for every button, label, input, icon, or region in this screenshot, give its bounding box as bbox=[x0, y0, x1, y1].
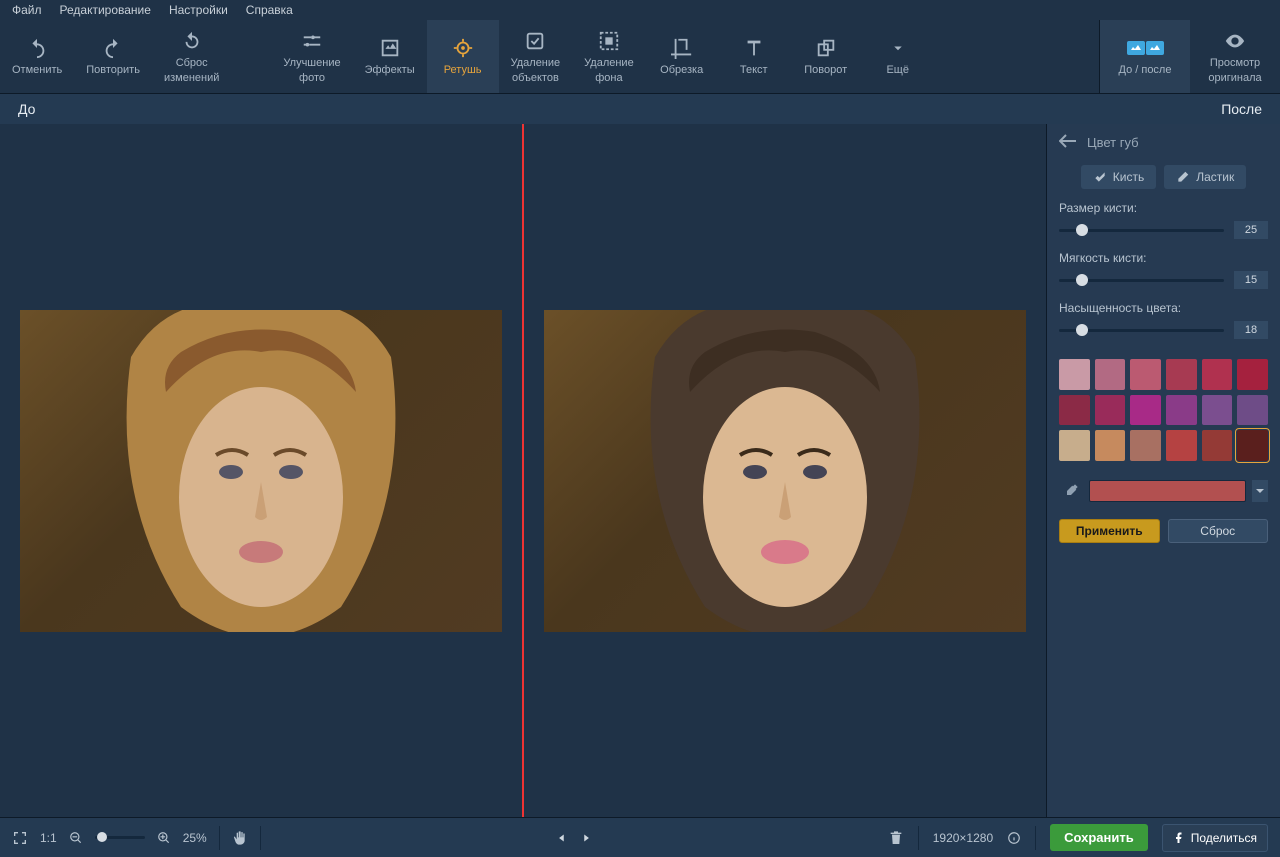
apply-button[interactable]: Применить bbox=[1059, 519, 1160, 543]
next-button[interactable] bbox=[579, 831, 593, 845]
softness-value: 15 bbox=[1234, 271, 1268, 289]
brush-size-track[interactable] bbox=[1059, 229, 1224, 232]
sidebar: Цвет губ Кисть Ластик Размер кисти: 25 М… bbox=[1046, 124, 1280, 817]
sidebar-header: Цвет губ bbox=[1059, 134, 1268, 151]
sliders-icon bbox=[301, 28, 323, 54]
saturation-value: 18 bbox=[1234, 321, 1268, 339]
canvas-area bbox=[0, 124, 1046, 817]
redo-button[interactable]: Повторить bbox=[74, 20, 152, 93]
crop-button[interactable]: Обрезка bbox=[646, 20, 718, 93]
share-button[interactable]: Поделиться bbox=[1162, 824, 1268, 852]
reset-changes-button[interactable]: Сброс изменений bbox=[152, 20, 231, 93]
remove-obj-icon bbox=[524, 28, 546, 54]
softness-slider: Мягкость кисти: 15 bbox=[1059, 251, 1268, 289]
color-swatch[interactable] bbox=[1237, 395, 1268, 426]
after-pane[interactable] bbox=[524, 124, 1046, 817]
redo-icon bbox=[102, 35, 124, 61]
image-dimensions: 1920×1280 bbox=[933, 831, 993, 845]
save-button[interactable]: Сохранить bbox=[1050, 824, 1148, 851]
retouch-button[interactable]: Ретушь bbox=[427, 20, 499, 93]
color-swatch[interactable] bbox=[1059, 430, 1090, 461]
chevron-down-icon bbox=[889, 35, 907, 61]
effects-icon bbox=[379, 35, 401, 61]
undo-icon bbox=[26, 35, 48, 61]
zoom-in-button[interactable] bbox=[157, 831, 171, 845]
more-button[interactable]: Ещё bbox=[862, 20, 934, 93]
menu-edit[interactable]: Редактирование bbox=[60, 3, 151, 17]
sidebar-title: Цвет губ bbox=[1087, 135, 1139, 150]
color-swatch[interactable] bbox=[1202, 359, 1233, 390]
before-image bbox=[20, 310, 502, 632]
prev-button[interactable] bbox=[555, 831, 569, 845]
color-swatch[interactable] bbox=[1095, 395, 1126, 426]
before-after-icon bbox=[1127, 35, 1164, 61]
color-swatch[interactable] bbox=[1130, 359, 1161, 390]
brush-tab[interactable]: Кисть bbox=[1081, 165, 1156, 189]
eraser-tab[interactable]: Ластик bbox=[1164, 165, 1246, 189]
before-label: До bbox=[18, 101, 35, 117]
scale-11-button[interactable]: 1:1 bbox=[40, 831, 57, 845]
rotate-button[interactable]: Поворот bbox=[790, 20, 862, 93]
text-button[interactable]: Текст bbox=[718, 20, 790, 93]
after-label: После bbox=[1221, 101, 1262, 117]
zoom-slider[interactable] bbox=[95, 836, 145, 839]
color-swatch[interactable] bbox=[1059, 395, 1090, 426]
brush-size-value: 25 bbox=[1234, 221, 1268, 239]
color-swatch[interactable] bbox=[1095, 359, 1126, 390]
color-swatch[interactable] bbox=[1237, 430, 1268, 461]
hand-tool-button[interactable] bbox=[232, 830, 248, 846]
color-swatch[interactable] bbox=[1202, 430, 1233, 461]
retouch-icon bbox=[452, 35, 474, 61]
zoom-out-button[interactable] bbox=[69, 831, 83, 845]
eyedropper-button[interactable] bbox=[1059, 479, 1083, 503]
main: Цвет губ Кисть Ластик Размер кисти: 25 М… bbox=[0, 124, 1280, 817]
zoom-value: 25% bbox=[183, 831, 207, 845]
effects-button[interactable]: Эффекты bbox=[353, 20, 427, 93]
menu-file[interactable]: Файл bbox=[12, 3, 42, 17]
after-image bbox=[544, 310, 1026, 632]
undo-button[interactable]: Отменить bbox=[0, 20, 74, 93]
before-after-button[interactable]: До / после bbox=[1100, 20, 1190, 93]
saturation-slider: Насыщенность цвета: 18 bbox=[1059, 301, 1268, 339]
eye-icon bbox=[1224, 28, 1246, 54]
menu-help[interactable]: Справка bbox=[246, 3, 293, 17]
color-swatch[interactable] bbox=[1202, 395, 1233, 426]
remove-bg-button[interactable]: Удаление фона bbox=[572, 20, 646, 93]
compare-header: До После bbox=[0, 94, 1280, 124]
fullscreen-button[interactable] bbox=[12, 830, 28, 846]
color-swatch[interactable] bbox=[1059, 359, 1090, 390]
view-original-button[interactable]: Просмотр оригинала bbox=[1190, 20, 1280, 93]
back-button[interactable] bbox=[1059, 134, 1077, 151]
bottombar: 1:1 25% 1920×1280 Сохранить Поделиться bbox=[0, 817, 1280, 857]
color-swatch[interactable] bbox=[1166, 359, 1197, 390]
remove-bg-icon bbox=[598, 28, 620, 54]
delete-button[interactable] bbox=[888, 830, 904, 846]
color-swatch[interactable] bbox=[1237, 359, 1268, 390]
color-swatches bbox=[1059, 359, 1268, 461]
color-swatch[interactable] bbox=[1130, 430, 1161, 461]
toolbar: Отменить Повторить Сброс изменений Улучш… bbox=[0, 20, 1280, 94]
text-icon bbox=[743, 35, 765, 61]
info-button[interactable] bbox=[1007, 831, 1021, 845]
reset-icon bbox=[181, 28, 203, 54]
menubar: Файл Редактирование Настройки Справка bbox=[0, 0, 1280, 20]
menu-settings[interactable]: Настройки bbox=[169, 3, 228, 17]
rotate-icon bbox=[815, 35, 837, 61]
color-swatch[interactable] bbox=[1166, 395, 1197, 426]
brush-size-slider: Размер кисти: 25 bbox=[1059, 201, 1268, 239]
color-swatch[interactable] bbox=[1095, 430, 1126, 461]
reset-button[interactable]: Сброс bbox=[1168, 519, 1269, 543]
saturation-track[interactable] bbox=[1059, 329, 1224, 332]
current-color[interactable] bbox=[1089, 480, 1246, 502]
facebook-icon bbox=[1173, 832, 1185, 844]
enhance-button[interactable]: Улучшение фото bbox=[271, 20, 352, 93]
color-swatch[interactable] bbox=[1130, 395, 1161, 426]
softness-track[interactable] bbox=[1059, 279, 1224, 282]
color-swatch[interactable] bbox=[1166, 430, 1197, 461]
before-pane[interactable] bbox=[0, 124, 522, 817]
color-dropdown[interactable] bbox=[1252, 480, 1268, 502]
remove-objects-button[interactable]: Удаление объектов bbox=[499, 20, 573, 93]
crop-icon bbox=[671, 35, 693, 61]
